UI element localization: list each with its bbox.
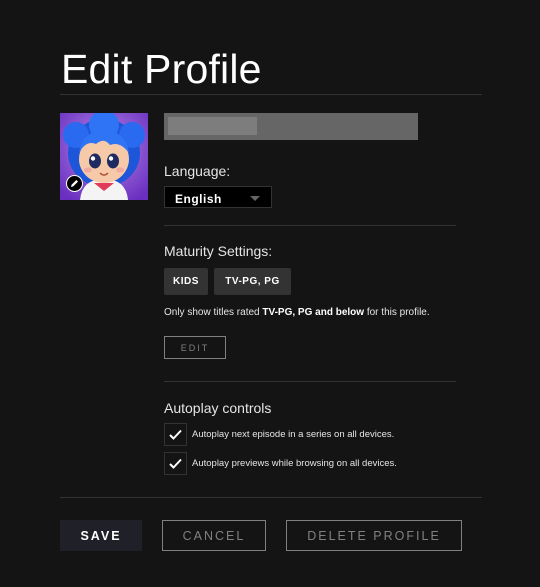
maturity-divider [164, 381, 456, 382]
chevron-down-icon [250, 196, 260, 201]
profile-avatar[interactable] [60, 113, 148, 200]
cancel-button[interactable]: CANCEL [162, 520, 266, 551]
edit-maturity-button[interactable]: EDIT [164, 336, 226, 359]
maturity-description-prefix: Only show titles rated [164, 307, 263, 318]
autoplay-next-episode-label: Autoplay next episode in a series on all… [192, 429, 395, 440]
save-button[interactable]: SAVE [60, 520, 142, 551]
checkmark-icon [169, 458, 182, 469]
autoplay-previews-label: Autoplay previews while browsing on all … [192, 458, 397, 469]
profile-name-redacted [168, 117, 257, 135]
language-selected-value: English [175, 192, 222, 206]
edit-avatar-pencil-icon[interactable] [66, 175, 83, 192]
checkmark-icon [169, 429, 182, 440]
maturity-chip-tvpg: TV-PG, PG [214, 268, 291, 295]
maturity-chip-kids: KIDS [164, 268, 208, 295]
title-divider [60, 94, 482, 95]
language-dropdown[interactable]: English [164, 186, 272, 208]
maturity-settings-label: Maturity Settings: [164, 243, 273, 259]
language-label: Language: [164, 163, 231, 179]
delete-profile-button[interactable]: DELETE PROFILE [286, 520, 462, 551]
maturity-description-suffix: for this profile. [364, 307, 430, 318]
autoplay-controls-label: Autoplay controls [164, 400, 272, 416]
language-divider [164, 225, 456, 226]
maturity-description-rating: TV-PG, PG and below [262, 307, 365, 318]
autoplay-next-episode-checkbox[interactable] [164, 423, 187, 446]
page-title: Edit Profile [61, 46, 262, 92]
autoplay-previews-checkbox[interactable] [164, 452, 187, 475]
actions-divider [60, 497, 482, 498]
maturity-description: Only show titles rated TV-PG, PG and bel… [164, 307, 430, 318]
